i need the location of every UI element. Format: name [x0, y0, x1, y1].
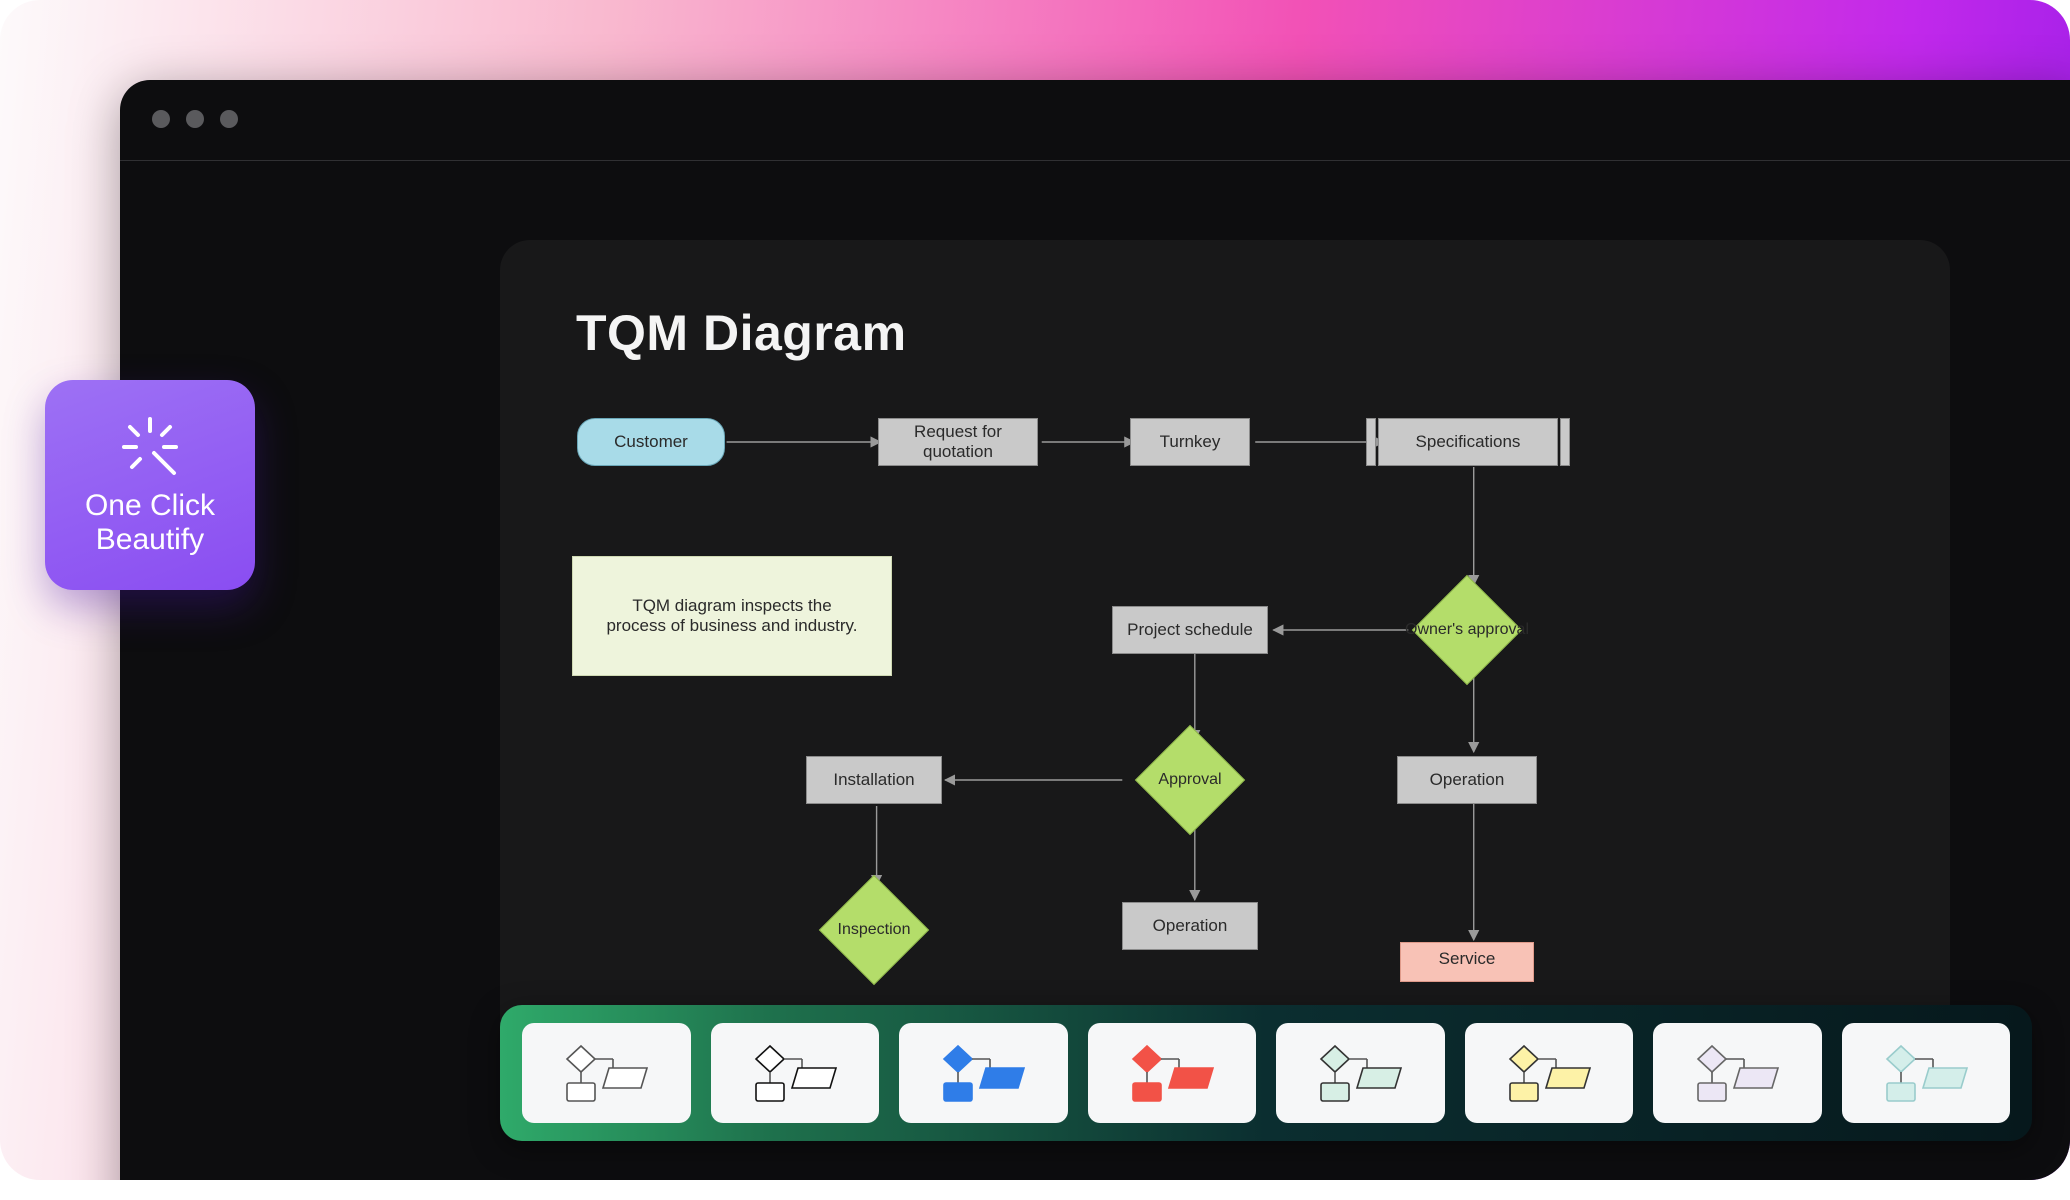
node-label: Specifications [1416, 432, 1521, 452]
one-click-beautify-badge[interactable]: One ClickBeautify [45, 380, 255, 590]
node-label: Owner's approval [1405, 621, 1529, 639]
node-request-quotation[interactable]: Request for quotation [878, 418, 1038, 466]
node-label: Turnkey [1160, 432, 1221, 452]
node-installation[interactable]: Installation [806, 756, 942, 804]
theme-option-blue[interactable] [899, 1023, 1068, 1123]
node-service[interactable]: Service [1400, 942, 1534, 982]
node-label: Service [1439, 949, 1496, 969]
window-divider [120, 160, 2070, 161]
window-zoom-dot[interactable] [220, 110, 238, 128]
node-inspection[interactable]: Inspection [804, 886, 944, 974]
node-label: Request for quotation [879, 422, 1037, 463]
sparkle-wand-icon [118, 413, 182, 477]
node-label: Customer [614, 432, 688, 452]
node-label: Operation [1153, 916, 1228, 936]
flowchart-layer: Customer Request for quotation Turnkey S… [500, 240, 1950, 1120]
window-minimize-dot[interactable] [186, 110, 204, 128]
node-turnkey[interactable]: Turnkey [1130, 418, 1250, 466]
theme-option-monochrome-outline[interactable] [522, 1023, 691, 1123]
theme-option-red[interactable] [1088, 1023, 1257, 1123]
window-close-dot[interactable] [152, 110, 170, 128]
node-label: Project schedule [1127, 620, 1253, 640]
theme-option-mint[interactable] [1276, 1023, 1445, 1123]
node-project-schedule[interactable]: Project schedule [1112, 606, 1268, 654]
window-traffic-lights [152, 110, 238, 128]
theme-picker-strip [500, 1005, 2032, 1141]
theme-option-teal-light[interactable] [1842, 1023, 2011, 1123]
node-note[interactable]: TQM diagram inspects the process of busi… [572, 556, 892, 676]
theme-option-monochrome-bold[interactable] [711, 1023, 880, 1123]
node-specifications[interactable]: Specifications [1378, 418, 1558, 466]
node-owners-approval[interactable]: Owner's approval [1402, 585, 1532, 675]
node-customer[interactable]: Customer [577, 418, 725, 466]
node-label: Approval [1158, 771, 1221, 789]
node-operation-bottom[interactable]: Operation [1122, 902, 1258, 950]
node-label: Installation [833, 770, 914, 790]
node-operation-right[interactable]: Operation [1397, 756, 1537, 804]
badge-label: One ClickBeautify [85, 489, 215, 558]
node-approval[interactable]: Approval [1118, 738, 1262, 822]
note-text: TQM diagram inspects the process of busi… [601, 596, 863, 637]
node-label: Operation [1430, 770, 1505, 790]
theme-option-lavender[interactable] [1653, 1023, 1822, 1123]
node-label: Inspection [838, 921, 911, 939]
diagram-canvas[interactable]: TQM Diagram [500, 240, 1950, 1120]
promo-gradient-card: TQM Diagram [0, 0, 2070, 1180]
connectors [500, 240, 1950, 1120]
theme-option-yellow[interactable] [1465, 1023, 1634, 1123]
